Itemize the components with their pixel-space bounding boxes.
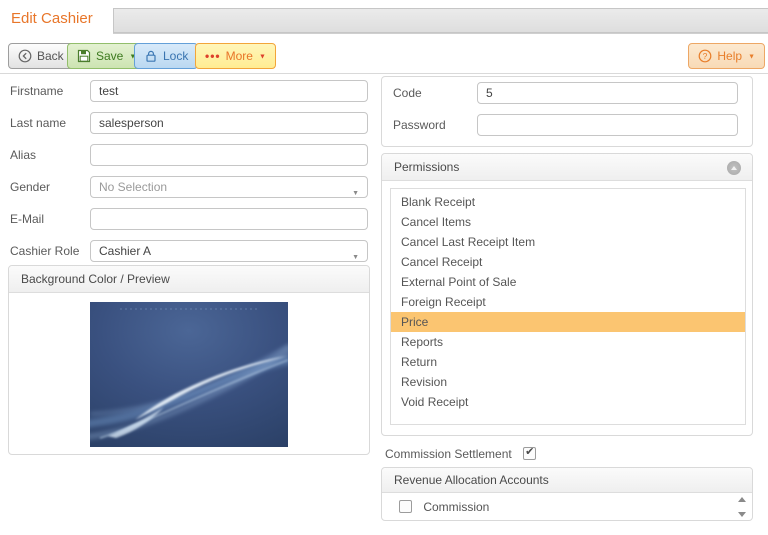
alias-field[interactable] [90,144,368,166]
cashier-role-label: Cashier Role [10,244,80,258]
permission-list-item[interactable]: Cancel Receipt [391,252,745,272]
scroll-down-icon[interactable] [738,512,746,517]
gender-select-value: No Selection [99,180,168,194]
revenue-account-checkbox[interactable] [399,500,412,514]
gender-select[interactable]: No Selection ▼ [90,176,368,198]
permission-list-item[interactable]: Void Receipt [391,392,745,412]
help-button[interactable]: ? Help ▼ [688,43,765,69]
commission-settlement-label: Commission Settlement [385,447,512,461]
lastname-label: Last name [10,116,67,130]
cashier-role-select[interactable]: Cashier A ▼ [90,240,368,262]
revenue-accounts-panel: Revenue Allocation Accounts Commission [381,467,753,521]
password-label: Password [393,118,446,132]
permission-list-item[interactable]: Blank Receipt [391,192,745,212]
toolbar-divider [0,73,768,74]
lastname-field[interactable] [90,112,368,134]
revenue-accounts-panel-title: Revenue Allocation Accounts [394,473,549,487]
permission-list-item[interactable]: Price [391,312,745,332]
permission-list-item[interactable]: Foreign Receipt [391,292,745,312]
tab-edit-cashier[interactable]: Edit Cashier [11,6,93,32]
password-field[interactable] [477,114,738,136]
revenue-accounts-panel-header: Revenue Allocation Accounts [382,468,752,493]
commission-settlement-checkbox[interactable] [523,445,537,461]
edit-cashier-page: Edit Cashier Back Save ▼ Lock ••• More ▼… [0,0,768,535]
permission-list-item[interactable]: Return [391,352,745,372]
back-circle-icon [18,49,32,63]
revenue-account-row: Commission [383,494,751,520]
lock-button-label: Lock [163,49,189,63]
more-dropdown-caret-icon: ▼ [258,53,266,60]
back-button-label: Back [37,49,64,63]
chevron-down-icon: ▼ [352,190,359,197]
mini-scrollbar[interactable] [736,496,748,518]
permissions-panel-title: Permissions [394,160,460,174]
firstname-label: Firstname [10,84,64,98]
code-field[interactable] [477,82,738,104]
more-button[interactable]: ••• More ▼ [195,43,276,69]
revenue-account-label: Commission [423,500,490,514]
back-button[interactable]: Back [8,43,74,69]
permission-list-item[interactable]: Revision [391,372,745,392]
background-preview-panel-header: Background Color / Preview [9,266,369,293]
more-dots-icon: ••• [205,49,221,63]
permissions-panel-header: Permissions [382,154,752,181]
save-floppy-icon [77,49,91,63]
lock-button[interactable]: Lock [134,43,199,69]
toolbar: Back Save ▼ Lock ••• More ▼ ? Help ▼ [0,42,768,72]
permission-list-item[interactable]: Cancel Last Receipt Item [391,232,745,252]
commission-settlement-row: Commission Settlement [385,445,537,463]
lock-icon [144,49,158,63]
permission-list-item[interactable]: Reports [391,332,745,352]
background-preview-image [90,302,288,447]
background-preview-panel-title: Background Color / Preview [21,272,170,286]
permissions-list: Blank Receipt Cancel Items Cancel Last R… [390,188,746,425]
help-question-icon: ? [698,49,712,63]
cashier-role-select-value: Cashier A [99,244,152,258]
alias-label: Alias [10,148,37,162]
email-field[interactable] [90,208,368,230]
scroll-up-icon[interactable] [738,497,746,502]
background-preview-panel: Background Color / Preview [8,265,370,455]
code-label: Code [393,86,422,100]
email-label: E-Mail [10,212,45,226]
background-preview-body [9,294,369,452]
help-dropdown-caret-icon: ▼ [748,53,755,60]
tab-strip-filler [113,8,768,33]
permission-list-item[interactable]: External Point of Sale [391,272,745,292]
tab-bar: Edit Cashier [0,0,768,34]
collapse-toggle-icon[interactable] [727,161,741,175]
firstname-field[interactable] [90,80,368,102]
help-button-label: Help [717,49,743,63]
permission-list-item[interactable]: Cancel Items [391,212,745,232]
permissions-panel: Permissions Blank Receipt Cancel Items C… [381,153,753,436]
save-button-label: Save [96,49,124,63]
gender-label: Gender [10,180,51,194]
more-button-label: More [225,49,253,63]
svg-text:?: ? [703,51,708,61]
